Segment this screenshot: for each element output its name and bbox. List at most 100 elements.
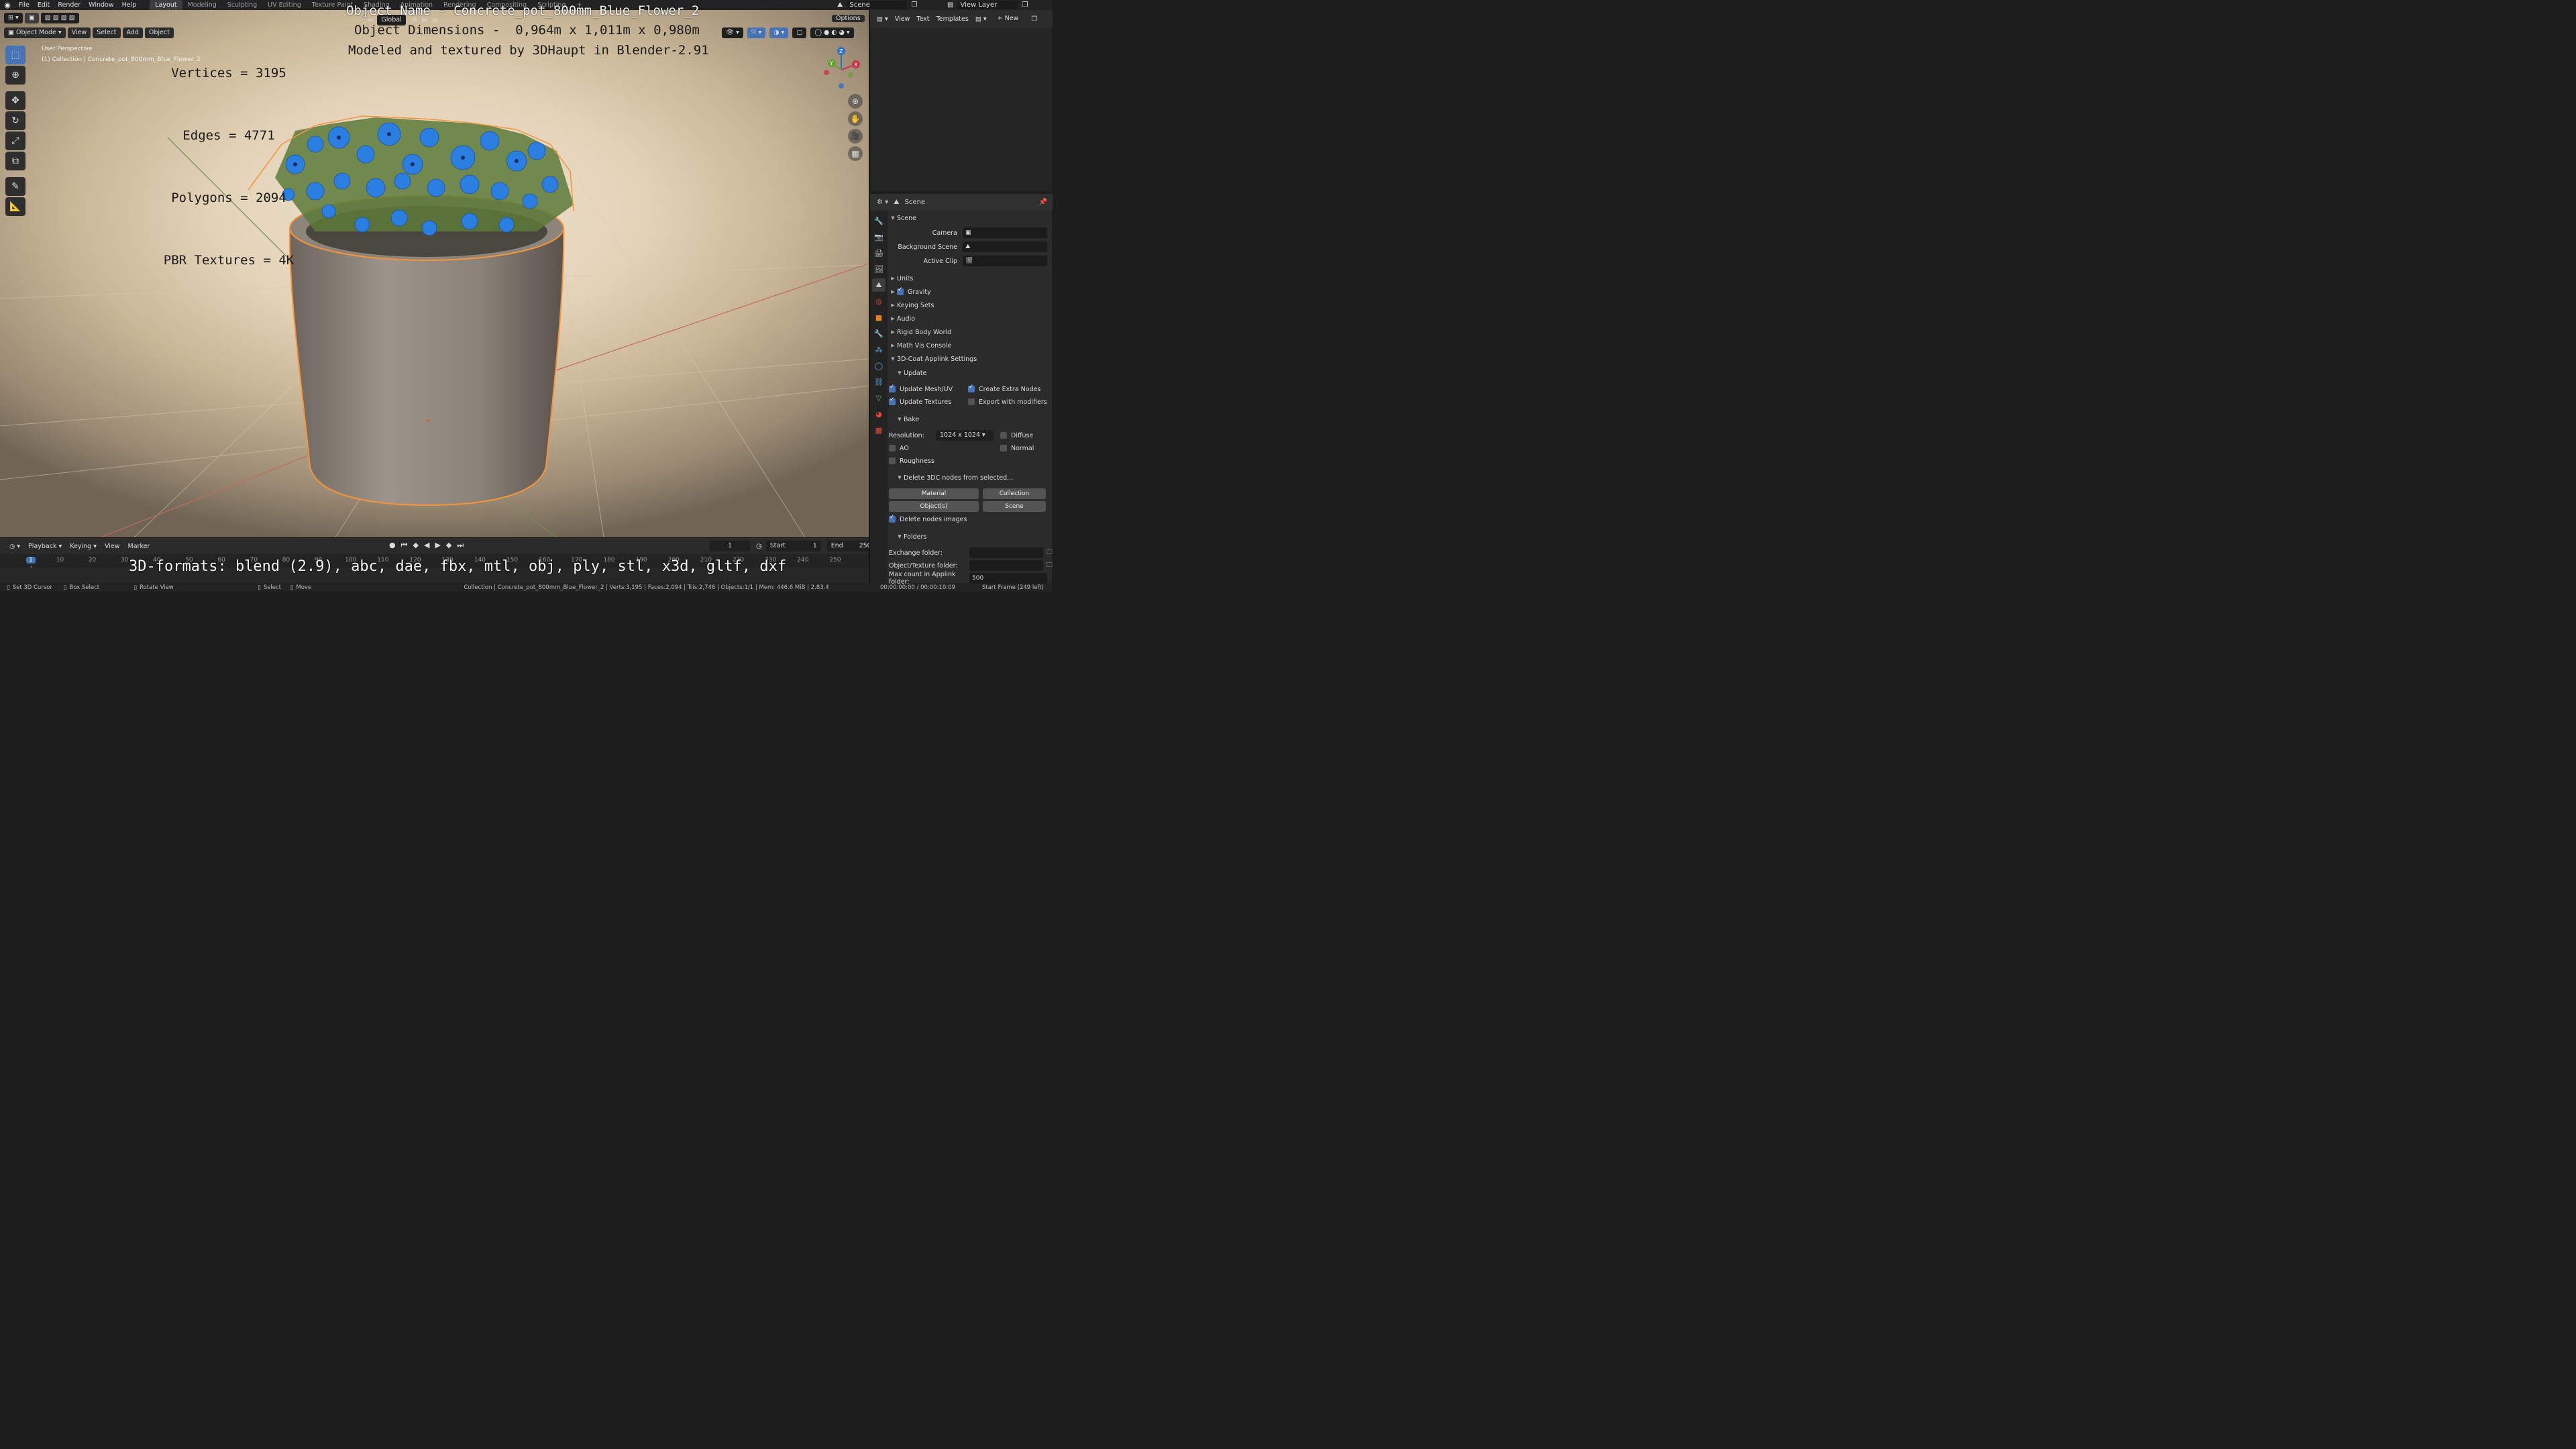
selection-modes-icon[interactable]: ▧ ▧ ▧ ▧ — [40, 13, 79, 23]
normal-checkbox[interactable] — [1000, 445, 1007, 451]
annotate-tool-icon[interactable]: ✎ — [5, 177, 25, 196]
menu-help[interactable]: Help — [118, 0, 141, 10]
gravity-panel[interactable]: ▶Gravity — [889, 285, 1053, 299]
rigid-body-panel[interactable]: ▶ Rigid Body World — [889, 325, 1053, 339]
concrete-pot[interactable] — [288, 195, 565, 506]
render-tab-icon[interactable]: 📷 — [872, 230, 885, 244]
playback-menu[interactable]: Playback ▾ — [24, 543, 66, 550]
text-editor[interactable]: ▤ ▾ View Text Templates ▤ ▾ + New ❐ — [869, 10, 1053, 191]
new-text-button[interactable]: + New — [993, 13, 1023, 24]
background-scene-field[interactable]: ⛰ — [963, 241, 1047, 252]
object-tab-icon[interactable]: ■ — [872, 311, 885, 324]
menu-render[interactable]: Render — [54, 0, 85, 10]
update-textures-checkbox[interactable] — [889, 396, 896, 405]
tool-tab-icon[interactable]: 🔧 — [872, 214, 885, 227]
tab-sculpting[interactable]: Sculpting — [222, 0, 262, 10]
audio-panel[interactable]: ▶ Audio — [889, 312, 1053, 325]
menu-edit[interactable]: Edit — [34, 0, 54, 10]
folders-subpanel[interactable]: ▼ Folders — [896, 530, 1059, 543]
start-frame-field[interactable]: Start 1 — [765, 541, 821, 551]
play-icon[interactable]: ▶ — [435, 541, 440, 550]
resolution-dropdown[interactable]: 1024 x 1024 ▾ — [936, 430, 994, 441]
applink-panel[interactable]: ▼ 3D-Coat Applink Settings — [889, 352, 1053, 366]
te-menu-text[interactable]: Text — [916, 15, 929, 23]
world-tab-icon[interactable]: ◍ — [872, 294, 885, 308]
timeline-view-menu[interactable]: View — [101, 543, 124, 550]
material-tab-icon[interactable]: ◕ — [872, 407, 885, 421]
object-texture-folder-field[interactable] — [969, 560, 1044, 571]
marker-menu[interactable]: Marker — [124, 543, 154, 550]
scale-tool-icon[interactable]: ⤢ — [5, 131, 25, 150]
create-extra-nodes-checkbox[interactable] — [968, 384, 975, 392]
tab-layout[interactable]: Layout — [150, 0, 182, 10]
diffuse-checkbox[interactable] — [1000, 432, 1007, 439]
max-count-field[interactable]: 500 — [969, 573, 1047, 584]
move-tool-icon[interactable]: ✥ — [5, 91, 25, 110]
transform-tool-icon[interactable]: ⧉ — [5, 152, 25, 170]
gravity-checkbox[interactable] — [897, 286, 904, 295]
objects-button[interactable]: Object(s) — [889, 501, 979, 512]
menu-view[interactable]: View — [67, 28, 91, 38]
constraints-tab-icon[interactable]: ⛓ — [872, 375, 885, 388]
export-modifiers-checkbox[interactable] — [968, 398, 975, 405]
view-layer-selector[interactable]: View Layer — [957, 1, 1018, 9]
xray-toggle-icon[interactable]: ▢ — [792, 28, 807, 38]
view-layer-tab-icon[interactable]: 🖼 — [872, 262, 885, 276]
exchange-folder-field[interactable] — [969, 547, 1044, 558]
end-frame-field[interactable]: End 250 — [826, 541, 875, 551]
record-icon[interactable]: ● — [389, 541, 396, 550]
rotate-tool-icon[interactable]: ↻ — [5, 111, 25, 130]
material-button[interactable]: Material — [889, 488, 979, 499]
scene-button[interactable]: Scene — [983, 501, 1046, 512]
texture-tab-icon[interactable]: ▩ — [872, 423, 885, 437]
menu-file[interactable]: File — [15, 0, 34, 10]
next-keyframe-icon[interactable]: ◆ — [446, 541, 451, 550]
data-tab-icon[interactable]: ▽ — [872, 391, 885, 405]
current-frame-field[interactable]: 1 — [710, 541, 750, 551]
editor-type-button[interactable]: ⊞ ▾ — [4, 13, 23, 23]
play-reverse-icon[interactable]: ◀ — [424, 541, 429, 550]
te-menu-view[interactable]: View — [895, 15, 910, 23]
units-panel[interactable]: ▶ Units — [889, 272, 1053, 285]
te-menu-templates[interactable]: Templates — [936, 15, 969, 23]
folder-browse-icon[interactable]: 🗀 — [1046, 547, 1053, 558]
options-dropdown[interactable]: Options — [832, 15, 865, 22]
copy-view-layer-icon[interactable]: ❐ — [1022, 1, 1028, 9]
prev-keyframe-icon[interactable]: ◆ — [413, 541, 419, 550]
3d-viewport[interactable] — [0, 10, 869, 537]
delete-images-checkbox[interactable] — [889, 514, 896, 523]
modifier-tab-icon[interactable]: 🔧 — [872, 327, 885, 340]
tab-uv-editing[interactable]: UV Editing — [262, 0, 307, 10]
bake-subpanel[interactable]: ▼ Bake — [896, 413, 1059, 426]
blender-logo-icon[interactable]: ◉ — [0, 0, 15, 10]
shading-modes-icon[interactable]: ◯ ● ◐ ◕ ▾ — [810, 28, 854, 38]
delete-nodes-subpanel[interactable]: ▼ Delete 3DC nodes from selected... — [896, 471, 1059, 484]
camera-view-icon[interactable]: 🎥 — [848, 129, 863, 144]
visibility-icon[interactable]: 👁 ▾ — [722, 28, 743, 38]
particles-tab-icon[interactable]: ⁂ — [872, 343, 885, 356]
navigation-gizmo[interactable]: Z X Y — [820, 44, 863, 91]
physics-tab-icon[interactable]: ◯ — [872, 359, 885, 372]
overlay-toggle-icon[interactable]: ◑ ▾ — [769, 28, 789, 38]
copy-scene-icon[interactable]: ❐ — [911, 1, 917, 9]
timeline-editor[interactable]: ◷ ▾ Playback ▾ Keying ▾ View Marker ● ⏮ … — [0, 537, 875, 584]
cursor-tool-icon[interactable]: ⊕ — [5, 66, 25, 85]
update-subpanel[interactable]: ▼ Update — [896, 366, 1059, 380]
scene-selector[interactable]: Scene — [847, 1, 908, 9]
measure-tool-icon[interactable]: 📐 — [5, 197, 25, 216]
pan-hand-icon[interactable]: ✋ — [848, 111, 863, 126]
menu-select[interactable]: Select — [93, 28, 121, 38]
roughness-checkbox[interactable] — [889, 458, 896, 464]
menu-window[interactable]: Window — [85, 0, 117, 10]
keying-sets-panel[interactable]: ▶ Keying Sets — [889, 299, 1053, 312]
menu-add[interactable]: Add — [122, 28, 143, 38]
active-clip-field[interactable]: 🎬 — [963, 256, 1047, 266]
output-tab-icon[interactable]: 🖨 — [872, 246, 885, 260]
collection-button[interactable]: Collection — [983, 488, 1046, 499]
select-mode-icon[interactable]: ▣ — [24, 13, 39, 23]
update-mesh-checkbox[interactable] — [889, 384, 896, 392]
ortho-grid-icon[interactable]: ▦ — [848, 146, 863, 161]
folder-browse-icon-2[interactable]: 🗀 — [1046, 560, 1053, 571]
text-editor-type-icon[interactable]: ▤ ▾ — [877, 15, 888, 23]
camera-field[interactable]: ▣ — [963, 227, 1047, 238]
